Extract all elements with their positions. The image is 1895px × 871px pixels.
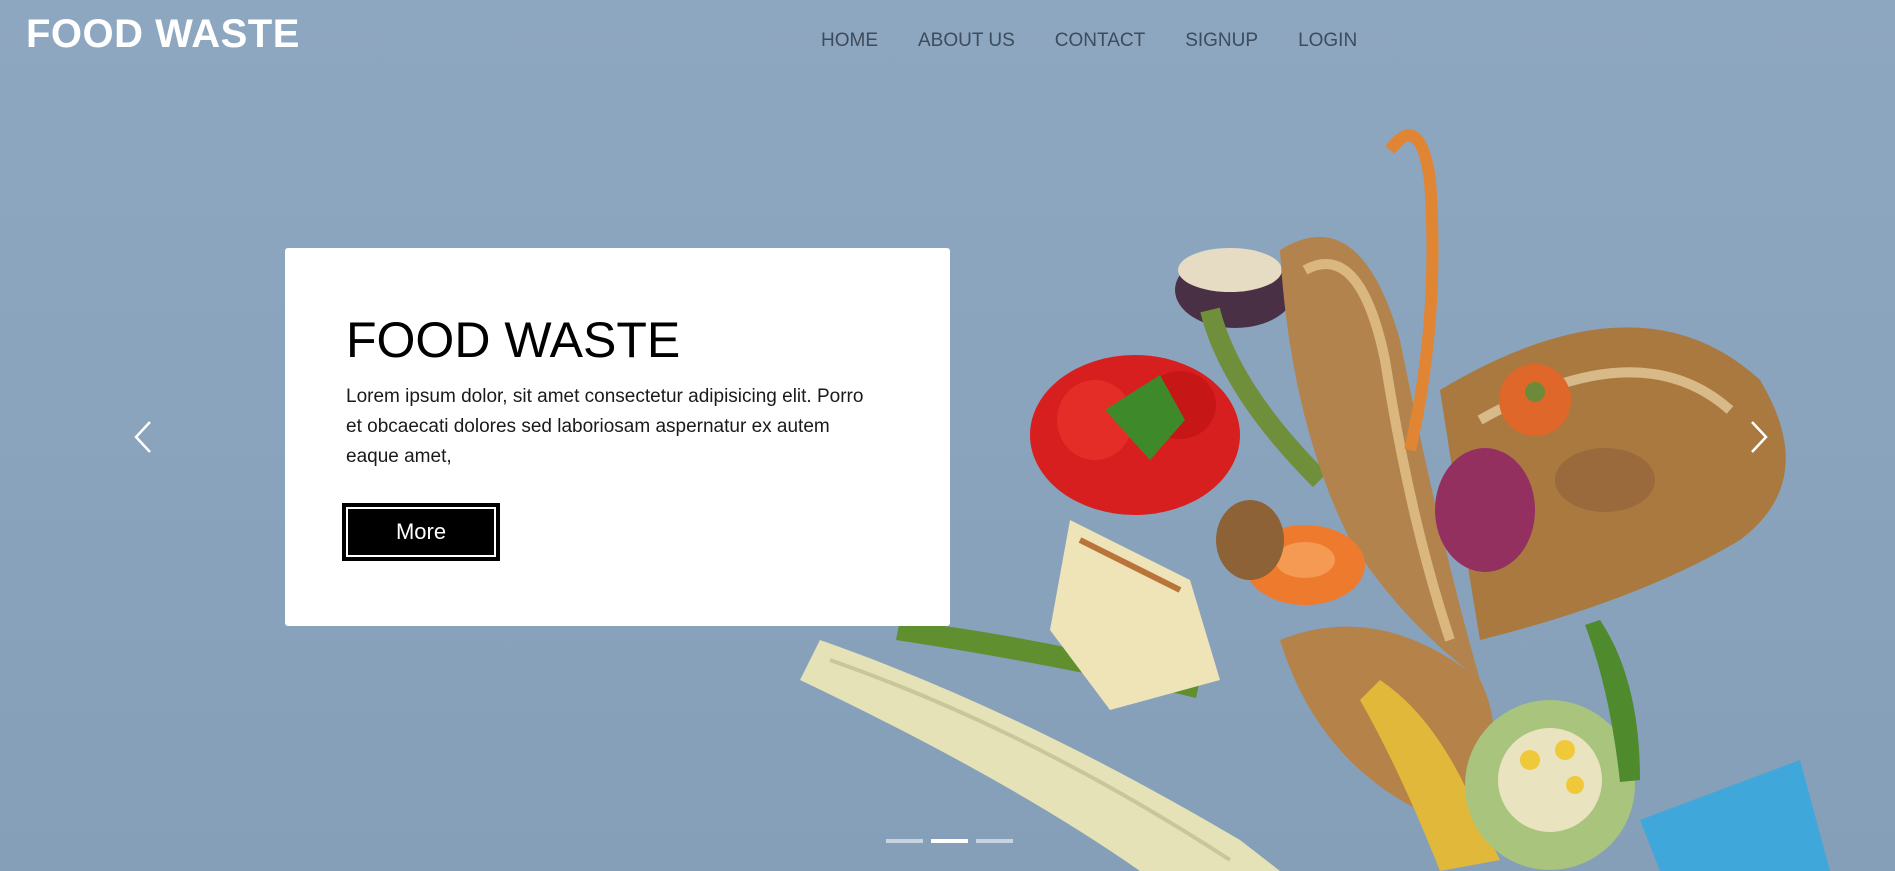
- nav-signup[interactable]: SIGNUP: [1185, 30, 1258, 52]
- chevron-right-icon: [1751, 421, 1768, 453]
- nav-contact[interactable]: CONTACT: [1055, 30, 1145, 52]
- chevron-left-icon: [134, 421, 151, 453]
- carousel-indicator-1[interactable]: [886, 839, 923, 843]
- main-nav: HOME ABOUT US CONTACT SIGNUP LOGIN: [821, 30, 1357, 52]
- nav-login[interactable]: LOGIN: [1298, 30, 1357, 52]
- site-logo[interactable]: FOOD WASTE: [26, 12, 300, 57]
- carousel-indicator-3[interactable]: [976, 839, 1013, 843]
- carousel-prev-button[interactable]: [128, 419, 164, 455]
- carousel-indicator-2[interactable]: [931, 839, 968, 843]
- hero-card: FOOD WASTE Lorem ipsum dolor, sit amet c…: [285, 248, 950, 626]
- hero-description: Lorem ipsum dolor, sit amet consectetur …: [346, 386, 864, 467]
- page: FOOD WASTE HOME ABOUT US CONTACT SIGNUP …: [0, 0, 1895, 871]
- nav-home[interactable]: HOME: [821, 30, 878, 52]
- carousel-indicators: [886, 839, 1013, 843]
- more-button[interactable]: More: [342, 503, 500, 561]
- carousel-next-button[interactable]: [1738, 419, 1774, 455]
- hero-title: FOOD WASTE: [346, 312, 681, 368]
- nav-about-us[interactable]: ABOUT US: [918, 30, 1015, 52]
